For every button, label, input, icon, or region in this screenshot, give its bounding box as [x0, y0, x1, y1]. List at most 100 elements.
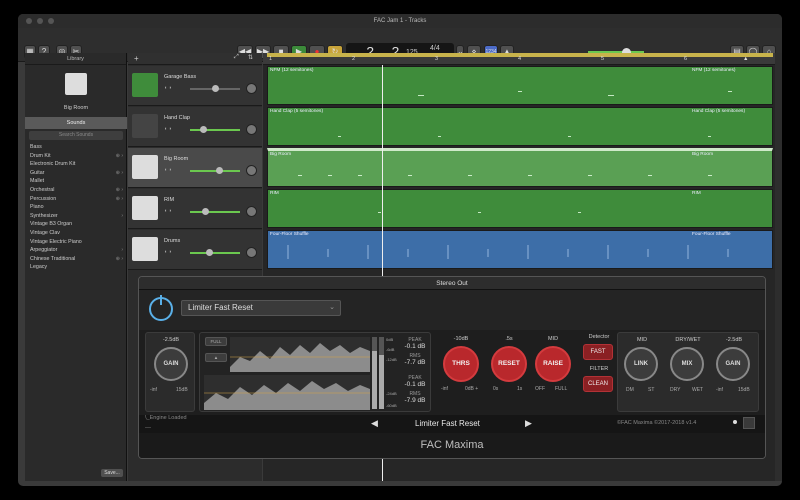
pan-knob[interactable] — [246, 165, 257, 176]
track-header-rim[interactable]: RIM ◖ ◑ — [128, 189, 262, 229]
prev-preset-button[interactable]: ◀ — [371, 418, 378, 429]
mute-solo-icons[interactable]: ◖ ◑ — [164, 126, 171, 132]
track-header-garage-bass[interactable]: Garage Bass ◖ ◑ — [128, 66, 262, 106]
close-window-button[interactable] — [26, 18, 32, 24]
full-view-button[interactable]: FULL — [205, 337, 227, 346]
mix-max: WET — [692, 387, 704, 393]
library-list: Bass Drum Kit ⊕ › Electronic Drum Kit Gui… — [25, 143, 127, 272]
preset-select[interactable]: Limiter Fast Reset ⌄ — [181, 300, 341, 316]
slider-handle[interactable] — [202, 208, 209, 215]
timeline-ruler[interactable]: 1 2 3 4 5 6 ▲ — [263, 53, 775, 65]
thrs-min: -inf — [441, 386, 448, 392]
region-hand-clap[interactable]: Hand Clap (5 semitones) Hand Clap (5 sem… — [267, 107, 773, 146]
input-gain-value: -2.5dB — [162, 337, 180, 343]
thrs-knob[interactable]: THRS — [443, 346, 479, 382]
region-garage-bass[interactable]: NFM (12 semitones) NFM (12 semitones) — [267, 66, 773, 105]
midi-note — [708, 136, 711, 137]
library-item[interactable]: Percussion ⊕ › — [25, 195, 127, 204]
slider-handle[interactable] — [212, 85, 219, 92]
rms-bottom-readout: RMS -7.9 dB — [404, 391, 426, 404]
library-item[interactable]: Drum Kit ⊕ › — [25, 152, 127, 161]
region-big-room[interactable]: Big Room Big Room — [267, 148, 773, 187]
library-item[interactable]: Vintage B3 Organ — [25, 220, 127, 229]
pan-knob[interactable] — [246, 206, 257, 217]
library-item[interactable]: Guitar ⊕ › — [25, 169, 127, 178]
output-gain-max: 15dB — [738, 387, 750, 393]
scroll-up-button[interactable]: ▲ — [205, 353, 227, 362]
plugin-preset-bar: Limiter Fast Reset ⌄ — [139, 290, 765, 330]
library-item[interactable]: Bass — [25, 143, 127, 152]
next-preset-button[interactable]: ▶ — [525, 418, 532, 429]
region-label: Four-Floor Shuffle — [692, 232, 731, 237]
zoom-window-button[interactable] — [48, 18, 54, 24]
add-track-icon[interactable]: + — [134, 54, 139, 63]
library-item[interactable]: Vintage Clav — [25, 229, 127, 238]
vertical-scrollbar[interactable] — [775, 53, 782, 481]
region-label: NFM (12 semitones) — [270, 68, 314, 73]
track-volume-slider[interactable] — [190, 167, 240, 174]
library-item[interactable]: Electronic Drum Kit — [25, 160, 127, 169]
library-item[interactable]: Legacy — [25, 263, 127, 272]
bar-marker: 2 — [352, 56, 356, 62]
clean-button[interactable]: CLEAN — [583, 376, 613, 392]
library-item[interactable]: Mallet — [25, 177, 127, 186]
copyright-text: ©FAC Maxima ©2017-2018 v1.4 — [617, 420, 697, 426]
raise-knob[interactable]: RAISE — [535, 346, 571, 382]
library-item[interactable]: Synthesizer › — [25, 212, 127, 221]
region-drums[interactable]: Four-Floor Shuffle Four-Floor Shuffle — [267, 230, 773, 269]
slider-handle[interactable] — [206, 249, 213, 256]
playhead-marker[interactable]: ▲ — [743, 56, 748, 62]
midi-note — [328, 175, 332, 176]
library-item[interactable]: Arpeggiator › — [25, 246, 127, 255]
mix-knob[interactable]: MIX — [670, 347, 704, 381]
pan-knob[interactable] — [246, 83, 257, 94]
link-knob[interactable]: LINK — [624, 347, 658, 381]
track-menu-icon[interactable]: ⇅ — [248, 54, 253, 61]
meter-bar-left — [372, 337, 377, 409]
output-gain-knob[interactable]: GAIN — [716, 347, 750, 381]
mute-solo-icons[interactable]: ◖ ◑ — [164, 208, 171, 214]
midi-note — [648, 175, 652, 176]
midi-note — [528, 175, 532, 176]
power-icon[interactable] — [149, 295, 173, 321]
track-header-big-room[interactable]: Big Room ◖ ◑ — [128, 148, 262, 188]
settings-square-button[interactable] — [743, 417, 755, 429]
track-volume-slider[interactable] — [190, 85, 240, 92]
track-volume-slider[interactable] — [190, 208, 240, 215]
footer-dash: --- — [145, 425, 151, 431]
minimize-window-button[interactable] — [37, 18, 43, 24]
slider-handle[interactable] — [216, 167, 223, 174]
midi-note — [378, 212, 381, 213]
mute-solo-icons[interactable]: ◖ ◑ — [164, 85, 171, 91]
track-header-drums[interactable]: Drums ◖ ◑ — [128, 230, 262, 270]
output-panel: MID LINK DM ST DRY/WET MIX DRY WET -2.5d… — [617, 332, 759, 412]
raise-max: FULL — [555, 386, 568, 392]
track-header-hand-clap[interactable]: Hand Clap ◖ ◑ — [128, 107, 262, 147]
sounds-tab[interactable]: Sounds — [25, 117, 127, 129]
pan-knob[interactable] — [246, 247, 257, 258]
region-rim[interactable]: RIM RIM — [267, 189, 773, 228]
synth-icon — [132, 196, 158, 220]
library-item[interactable]: Vintage Electric Piano — [25, 238, 127, 247]
fast-button[interactable]: FAST — [583, 344, 613, 360]
slider-handle[interactable] — [200, 126, 207, 133]
library-save-button[interactable]: Save... — [101, 469, 123, 477]
meter-scale-label: -12dB — [386, 357, 397, 362]
drumsticks-icon — [132, 114, 158, 138]
mute-solo-icons[interactable]: ◖ ◑ — [164, 249, 171, 255]
catch-playhead-icon[interactable]: ⤢ — [234, 54, 239, 61]
library-item[interactable]: Piano — [25, 203, 127, 212]
bass-icon — [132, 73, 158, 97]
library-search-input[interactable]: Search Sounds — [29, 131, 123, 140]
library-item[interactable]: Chinese Traditional ⊕ › — [25, 255, 127, 264]
reset-knob[interactable]: RESET — [491, 346, 527, 382]
input-gain-knob[interactable]: GAIN — [154, 347, 188, 381]
raise-value: MID — [547, 336, 559, 342]
track-volume-slider[interactable] — [190, 249, 240, 256]
app-root: FAC Jam 1 - Tracks ▦ ? ◎ ✂ ◀◀ ▶▶ ■ ▶ ● ↻… — [0, 0, 800, 500]
track-volume-slider[interactable] — [190, 126, 240, 133]
pan-knob[interactable] — [246, 124, 257, 135]
mute-solo-icons[interactable]: ◖ ◑ — [164, 167, 171, 173]
library-item[interactable]: Orchestral ⊕ › — [25, 186, 127, 195]
peak-top-readout: PEAK -0.1 dB — [404, 337, 426, 350]
